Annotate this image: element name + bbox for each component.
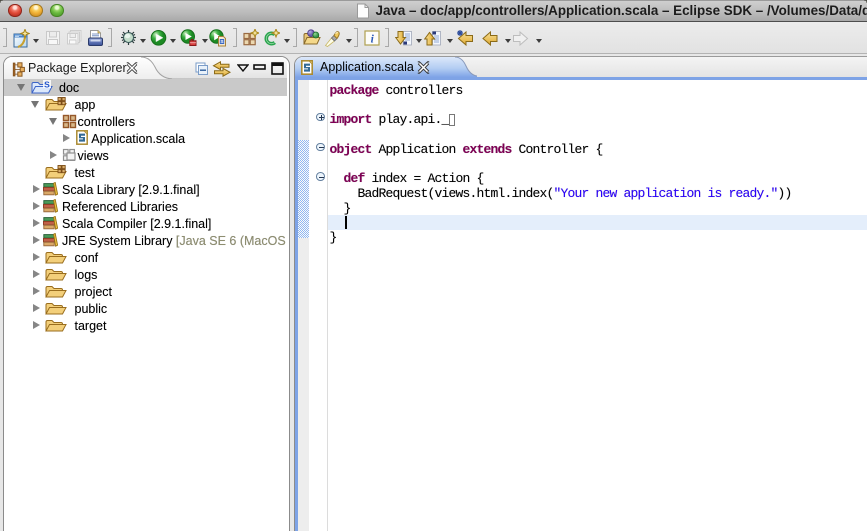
svg-text:S: S xyxy=(44,80,50,90)
